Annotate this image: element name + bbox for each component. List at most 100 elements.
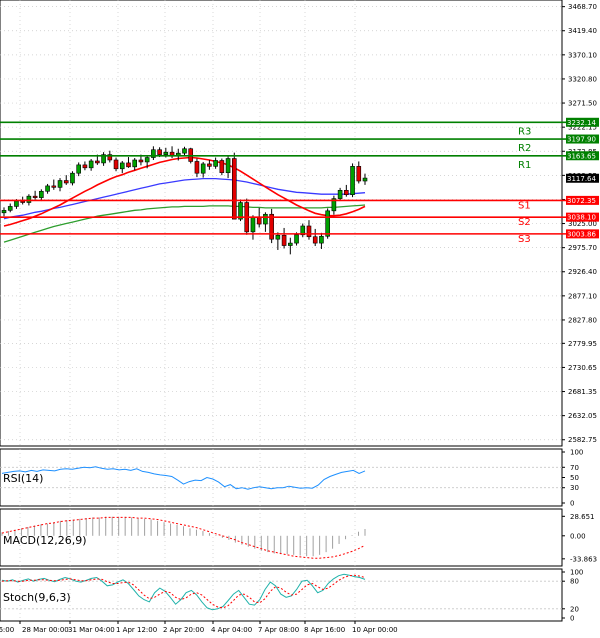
candle-body[interactable]	[337, 190, 343, 199]
candle-body[interactable]	[7, 206, 13, 211]
time-tick-label: 31 Mar 04:00	[68, 626, 115, 634]
stoch-tick-label: 20	[570, 605, 579, 613]
level-name-r2: R2	[518, 143, 531, 154]
candle-body[interactable]	[57, 180, 63, 188]
level-name-r3: R3	[518, 126, 531, 137]
candle-body[interactable]	[288, 242, 293, 246]
candle-body[interactable]	[76, 164, 81, 174]
price-tick-label: 2779.95	[568, 340, 597, 348]
stoch-title: Stoch(9,6,3)	[3, 591, 71, 604]
candle-body[interactable]	[325, 210, 330, 237]
price-tick-label: 3370.10	[568, 51, 597, 59]
candle-body[interactable]	[88, 160, 94, 169]
candle-body[interactable]	[20, 200, 25, 203]
candle-body[interactable]	[14, 200, 19, 207]
candle-body[interactable]	[362, 177, 368, 182]
rsi-title: RSI(14)	[3, 472, 43, 485]
candle-body[interactable]	[144, 157, 150, 163]
candle-body[interactable]	[26, 195, 32, 203]
time-tick-label: 2 Apr 20:00	[163, 626, 204, 634]
candle-body[interactable]	[63, 180, 69, 184]
price-chart[interactable]: 3468.703419.403370.103320.803271.503222.…	[0, 0, 600, 638]
macd-title: MACD(12,26,9)	[3, 534, 87, 547]
price-tick-label: 2926.40	[568, 268, 597, 276]
candle-body[interactable]	[306, 225, 312, 238]
candle-body[interactable]	[132, 159, 138, 168]
price-tick-label: 2877.10	[568, 292, 597, 300]
level-price-label-r1: 3163.65	[567, 152, 596, 160]
macd-tick-label: 28.651	[570, 513, 595, 521]
rsi-tick-label: 100	[570, 449, 583, 457]
level-price-label-r2: 3197.90	[567, 136, 596, 144]
candle-body[interactable]	[294, 234, 299, 244]
candle-body[interactable]	[231, 158, 237, 220]
rsi-tick-label: 30	[570, 484, 579, 492]
last-price-label: 3117.64	[567, 175, 596, 183]
price-tick-label: 2975.70	[568, 244, 597, 252]
candle-body[interactable]	[126, 162, 131, 168]
candle-body[interactable]	[319, 235, 324, 244]
level-name-s2: S2	[518, 217, 531, 228]
candle-body[interactable]	[39, 190, 44, 198]
stoch-tick-label: 100	[570, 569, 583, 577]
candle-body[interactable]	[263, 213, 268, 225]
candle-body[interactable]	[45, 185, 50, 192]
candle-body[interactable]	[225, 158, 231, 174]
candle-body[interactable]	[207, 163, 212, 167]
time-tick-label: 1 Apr 12:00	[116, 626, 157, 634]
price-tick-label: 2681.35	[568, 388, 597, 396]
candle-body[interactable]	[157, 149, 162, 155]
price-tick-label: 2730.65	[568, 364, 597, 372]
price-tick-label: 2827.80	[568, 316, 597, 324]
candle-body[interactable]	[1, 210, 7, 214]
level-price-label-s2: 3038.10	[567, 214, 596, 222]
macd-tick-label: 0.00	[570, 532, 586, 540]
candle-body[interactable]	[213, 160, 218, 167]
time-tick-label: 28 Mar 00:00	[22, 626, 69, 634]
candle-body[interactable]	[269, 213, 274, 240]
candle-body[interactable]	[275, 234, 281, 240]
rsi-tick-label: 50	[570, 474, 579, 482]
rsi-tick-label: 0	[570, 500, 574, 508]
candle-body[interactable]	[163, 151, 169, 155]
level-price-label-s3: 3003.86	[567, 230, 596, 238]
time-tick-label: 8 Apr 16:00	[304, 626, 345, 634]
macd-tick-label: -33.863	[570, 555, 597, 563]
candle-body[interactable]	[182, 148, 187, 154]
stoch-tick-label: 80	[570, 578, 579, 586]
candle-body[interactable]	[250, 217, 256, 233]
candle-body[interactable]	[82, 164, 88, 169]
level-price-label-r3: 3232.14	[567, 119, 596, 127]
price-tick-label: 3468.70	[568, 3, 597, 11]
candle-body[interactable]	[194, 161, 200, 174]
candle-body[interactable]	[256, 217, 262, 225]
candle-body[interactable]	[70, 172, 75, 184]
candle-body[interactable]	[219, 160, 225, 174]
price-tick-label: 3320.80	[568, 75, 597, 83]
candle-body[interactable]	[138, 159, 144, 163]
level-name-s3: S3	[518, 234, 531, 245]
time-tick-label: 26:00	[0, 626, 14, 634]
candle-body[interactable]	[51, 185, 57, 188]
candle-body[interactable]	[95, 160, 100, 164]
price-tick-label: 2582.75	[568, 436, 597, 444]
candle-body[interactable]	[356, 166, 362, 182]
time-tick-label: 10 Apr 00:00	[352, 626, 398, 634]
price-tick-label: 3271.50	[568, 100, 597, 108]
rsi-tick-label: 70	[570, 464, 579, 472]
time-tick-label: 7 Apr 08:00	[258, 626, 299, 634]
candle-body[interactable]	[350, 166, 355, 196]
candle-body[interactable]	[281, 234, 287, 246]
candle-body[interactable]	[200, 163, 206, 174]
level-price-label-s1: 3072.35	[567, 197, 596, 205]
time-tick-label: 4 Apr 04:00	[211, 626, 252, 634]
stoch-tick-label: 0	[570, 615, 574, 623]
level-name-s1: S1	[518, 200, 531, 211]
price-tick-label: 3419.40	[568, 27, 597, 35]
candle-body[interactable]	[119, 162, 125, 170]
candle-body[interactable]	[312, 236, 318, 244]
candle-body[interactable]	[32, 195, 38, 198]
candle-body[interactable]	[344, 190, 349, 196]
price-tick-label: 2632.05	[568, 412, 597, 420]
candle-body[interactable]	[113, 159, 119, 170]
